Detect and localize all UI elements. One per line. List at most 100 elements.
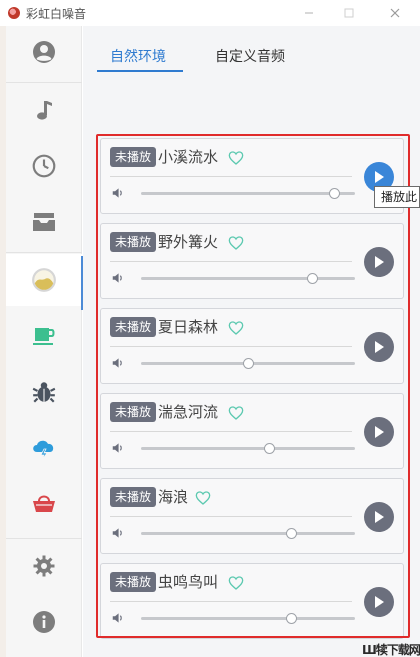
window-title: 彩虹白噪音 — [26, 6, 87, 21]
title-divider — [110, 601, 352, 602]
sound-title: 小溪流水 — [158, 148, 219, 166]
play-button[interactable] — [364, 502, 394, 532]
sidebar-item-cafe[interactable] — [6, 310, 82, 362]
landscape-icon — [32, 268, 56, 292]
favorite-heart-icon[interactable] — [228, 320, 244, 336]
volume-icon — [112, 443, 122, 453]
sidebar-item-user[interactable] — [6, 26, 82, 78]
cloud-storm-icon — [33, 440, 54, 461]
gear-icon — [33, 555, 55, 577]
sidebar-item-settings[interactable] — [6, 540, 82, 592]
play-icon — [375, 341, 384, 353]
volume-slider[interactable] — [141, 528, 355, 539]
volume-icon — [112, 188, 122, 198]
user-icon — [33, 41, 55, 63]
tab-bar: 自然环境 自定义音频 — [83, 26, 420, 88]
favorite-heart-icon[interactable] — [195, 490, 211, 506]
play-icon — [375, 256, 384, 268]
volume-icon — [112, 358, 122, 368]
play-icon — [375, 511, 384, 523]
basket-icon — [33, 495, 55, 512]
play-button[interactable] — [364, 247, 394, 277]
play-button[interactable] — [364, 417, 394, 447]
play-button[interactable] — [364, 332, 394, 362]
title-divider — [110, 431, 352, 432]
sound-card: 未播放 海浪 — [100, 478, 404, 554]
play-button[interactable] — [364, 587, 394, 617]
tab-nature[interactable]: 自然环境 — [110, 46, 166, 66]
watermark-logo: Ш犊下载网 — [362, 643, 420, 657]
sound-card: 未播放 夏日森林 — [100, 308, 404, 384]
sidebar-item-weather[interactable] — [6, 422, 82, 474]
volume-icon — [112, 613, 122, 623]
volume-slider-thumb[interactable] — [328, 188, 340, 199]
volume-slider-thumb[interactable] — [285, 613, 297, 624]
sidebar-divider — [6, 82, 82, 83]
volume-icon — [112, 528, 122, 538]
maximize-icon — [344, 8, 354, 18]
sidebar-item-music[interactable] — [6, 84, 82, 136]
tab-custom-audio[interactable]: 自定义音频 — [215, 46, 285, 66]
sound-card: 未播放 小溪流水 — [100, 138, 404, 214]
maximize-button[interactable] — [340, 4, 358, 22]
volume-slider-thumb[interactable] — [243, 358, 254, 369]
play-icon — [375, 596, 384, 608]
clock-icon — [32, 154, 56, 178]
status-badge: 未播放 — [110, 147, 157, 167]
play-icon — [375, 171, 384, 183]
sound-title: 虫鸣鸟叫 — [158, 573, 219, 591]
title-bar: 彩虹白噪音 — [0, 0, 420, 26]
status-badge: 未播放 — [110, 232, 157, 252]
sidebar-item-inbox[interactable] — [6, 196, 82, 248]
volume-slider[interactable] — [141, 273, 355, 284]
sound-card: 未播放 湍急河流 — [100, 393, 404, 469]
volume-icon — [112, 273, 122, 283]
favorite-heart-icon[interactable] — [228, 235, 244, 251]
sidebar-divider — [6, 252, 82, 253]
inbox-icon — [33, 213, 55, 231]
sound-title: 海浪 — [158, 488, 189, 506]
sidebar-item-basket[interactable] — [6, 478, 82, 530]
volume-slider[interactable] — [141, 188, 355, 199]
play-tooltip: 播放此 — [374, 186, 420, 208]
favorite-heart-icon[interactable] — [228, 405, 244, 421]
sound-card: 未播放 野外篝火 — [100, 223, 404, 299]
title-divider — [110, 516, 352, 517]
status-badge: 未播放 — [110, 572, 157, 592]
sound-title: 湍急河流 — [158, 403, 219, 421]
status-badge: 未播放 — [110, 402, 157, 422]
title-divider — [110, 176, 352, 177]
sound-title: 野外篝火 — [158, 233, 219, 251]
volume-slider[interactable] — [141, 358, 355, 369]
music-note-icon — [37, 101, 52, 120]
title-divider — [110, 261, 352, 262]
sidebar-item-about[interactable] — [6, 596, 82, 648]
active-tab-indicator — [97, 70, 183, 72]
favorite-heart-icon[interactable] — [228, 575, 244, 591]
sidebar-item-timer[interactable] — [6, 140, 82, 192]
info-icon — [33, 611, 55, 633]
play-icon — [375, 426, 384, 438]
volume-slider-thumb[interactable] — [264, 443, 276, 454]
sound-title: 夏日森林 — [158, 318, 219, 336]
minimize-button[interactable] — [300, 4, 318, 22]
sidebar — [6, 26, 83, 657]
sound-card: 未播放 虫鸣鸟叫 — [100, 563, 404, 639]
sidebar-divider — [6, 538, 82, 539]
title-divider — [110, 346, 352, 347]
volume-slider[interactable] — [141, 613, 355, 624]
app-logo-icon — [8, 7, 20, 19]
status-badge: 未播放 — [110, 317, 157, 337]
volume-slider[interactable] — [141, 443, 355, 454]
close-icon — [390, 8, 400, 18]
volume-slider-thumb[interactable] — [285, 528, 297, 539]
close-button[interactable] — [386, 4, 404, 22]
bug-icon — [32, 382, 56, 403]
sidebar-item-insects[interactable] — [6, 366, 82, 418]
favorite-heart-icon[interactable] — [228, 150, 244, 166]
coffee-cup-icon — [33, 328, 55, 345]
status-badge: 未播放 — [110, 487, 157, 507]
volume-slider-thumb[interactable] — [307, 273, 319, 284]
minimize-icon — [305, 12, 313, 14]
sidebar-item-nature[interactable] — [6, 254, 83, 310]
